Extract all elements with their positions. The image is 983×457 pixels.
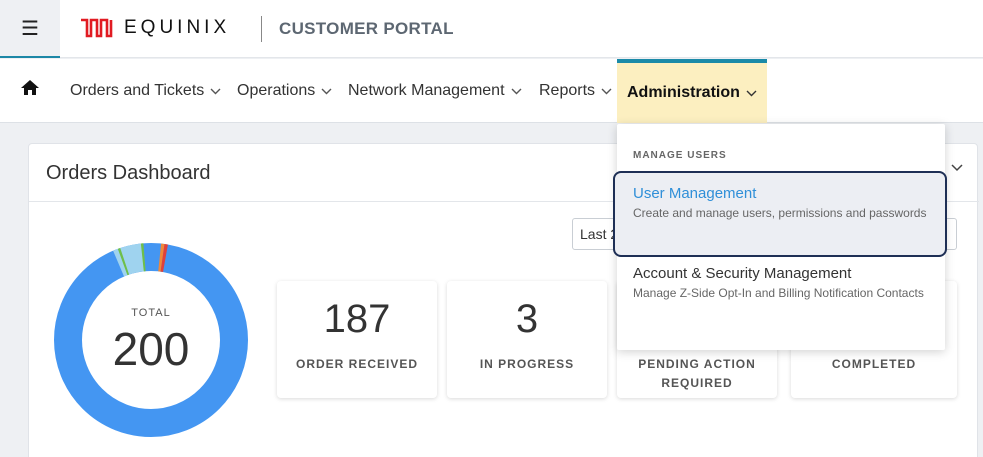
donut-total-label: TOTAL bbox=[131, 307, 171, 319]
logo-text: EQUINIX bbox=[124, 17, 231, 38]
stat-value: 3 bbox=[515, 297, 539, 341]
menu-item-description: Manage Z-Side Opt-In and Billing Notific… bbox=[633, 286, 924, 300]
stat-label: PENDING ACTION REQUIRED bbox=[638, 357, 756, 390]
header-divider bbox=[261, 16, 262, 42]
stat-label: IN PROGRESS bbox=[479, 357, 575, 371]
nav-operations[interactable]: Operations bbox=[237, 59, 332, 123]
stat-card-in-progress[interactable]: 3 IN PROGRESS bbox=[447, 281, 607, 398]
menu-item-user-management[interactable]: User Management Create and manage users,… bbox=[613, 171, 947, 257]
nav-item-label: Orders and Tickets bbox=[70, 82, 205, 99]
menu-item-title: User Management bbox=[633, 185, 757, 202]
nav-administration[interactable]: Administration bbox=[617, 59, 767, 123]
dropdown-section-heading: MANAGE USERS bbox=[633, 150, 727, 161]
equinix-logo[interactable]: EQUINIX bbox=[80, 17, 230, 39]
nav-network-management[interactable]: Network Management bbox=[348, 59, 522, 123]
top-header: ☰ EQUINIX CUSTOMER PORTAL bbox=[0, 0, 983, 58]
nav-item-label: Network Management bbox=[348, 82, 505, 99]
hamburger-menu-icon[interactable]: ☰ bbox=[0, 0, 60, 58]
administration-dropdown-menu: MANAGE USERS User Management Create and … bbox=[613, 124, 947, 350]
menu-item-description: Create and manage users, permissions and… bbox=[633, 206, 927, 220]
chevron-down-icon[interactable] bbox=[951, 164, 963, 172]
nav-item-label: Reports bbox=[539, 82, 596, 99]
chevron-down-icon bbox=[601, 88, 612, 94]
panel-title: Orders Dashboard bbox=[46, 162, 211, 184]
stat-card-order-received[interactable]: 187 ORDER RECEIVED bbox=[277, 281, 437, 398]
menu-item-title: Account & Security Management bbox=[633, 265, 852, 282]
chevron-down-icon bbox=[321, 88, 332, 94]
portal-title: CUSTOMER PORTAL bbox=[279, 19, 454, 38]
nav-item-label: Operations bbox=[237, 82, 316, 99]
menu-item-account-security-management[interactable]: Account & Security Management Manage Z-S… bbox=[617, 265, 945, 335]
chevron-down-icon bbox=[511, 88, 522, 94]
stat-value: 187 bbox=[323, 297, 391, 341]
chevron-down-icon bbox=[746, 90, 757, 96]
equinix-logo-mark-icon bbox=[81, 18, 113, 38]
home-icon[interactable] bbox=[20, 78, 40, 98]
nav-reports[interactable]: Reports bbox=[539, 59, 612, 123]
nav-item-label: Administration bbox=[627, 84, 740, 101]
main-navbar: Orders and Tickets Operations Network Ma… bbox=[0, 59, 983, 123]
nav-orders-and-tickets[interactable]: Orders and Tickets bbox=[70, 59, 221, 123]
chevron-down-icon bbox=[210, 88, 221, 94]
stat-label: COMPLETED bbox=[831, 357, 917, 371]
donut-total-value: 200 bbox=[112, 323, 190, 375]
stat-label: ORDER RECEIVED bbox=[295, 357, 419, 371]
